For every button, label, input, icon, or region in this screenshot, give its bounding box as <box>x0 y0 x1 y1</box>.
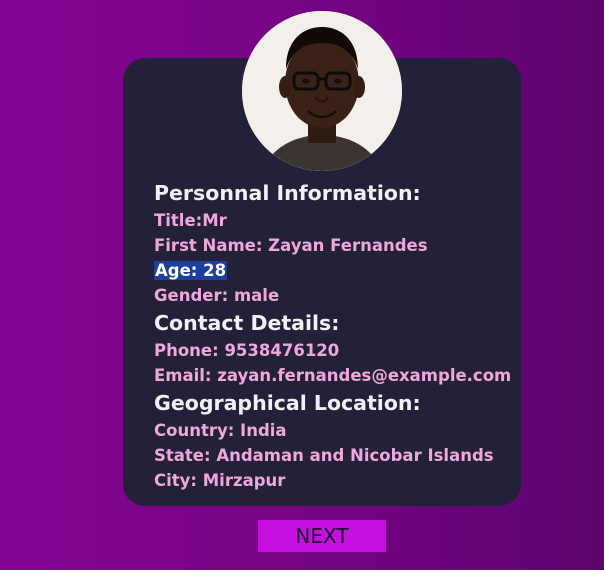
age-field-selected-text: Age: 28 <box>154 261 228 280</box>
title-field: Title:Mr <box>154 211 227 230</box>
state-field: State: Andaman and Nicobar Islands <box>154 446 494 465</box>
contact-details-heading: Contact Details: <box>154 311 340 335</box>
geographical-location-heading: Geographical Location: <box>154 391 421 415</box>
next-button[interactable]: NEXT <box>258 520 386 552</box>
country-field: Country: India <box>154 421 287 440</box>
profile-photo <box>242 11 402 171</box>
email-field: Email: zayan.fernandes@example.com <box>154 366 512 385</box>
gender-field: Gender: male <box>154 286 280 305</box>
age-field: Age: 28 <box>154 258 514 283</box>
personal-info-heading: Personnal Information: <box>154 181 421 205</box>
person-photo-icon <box>242 11 402 171</box>
city-field: City: Mirzapur <box>154 471 286 490</box>
phone-field: Phone: 9538476120 <box>154 341 340 360</box>
first-name-field: First Name: Zayan Fernandes <box>154 236 428 255</box>
profile-info: Personnal Information: Title:Mr First Na… <box>154 178 514 493</box>
